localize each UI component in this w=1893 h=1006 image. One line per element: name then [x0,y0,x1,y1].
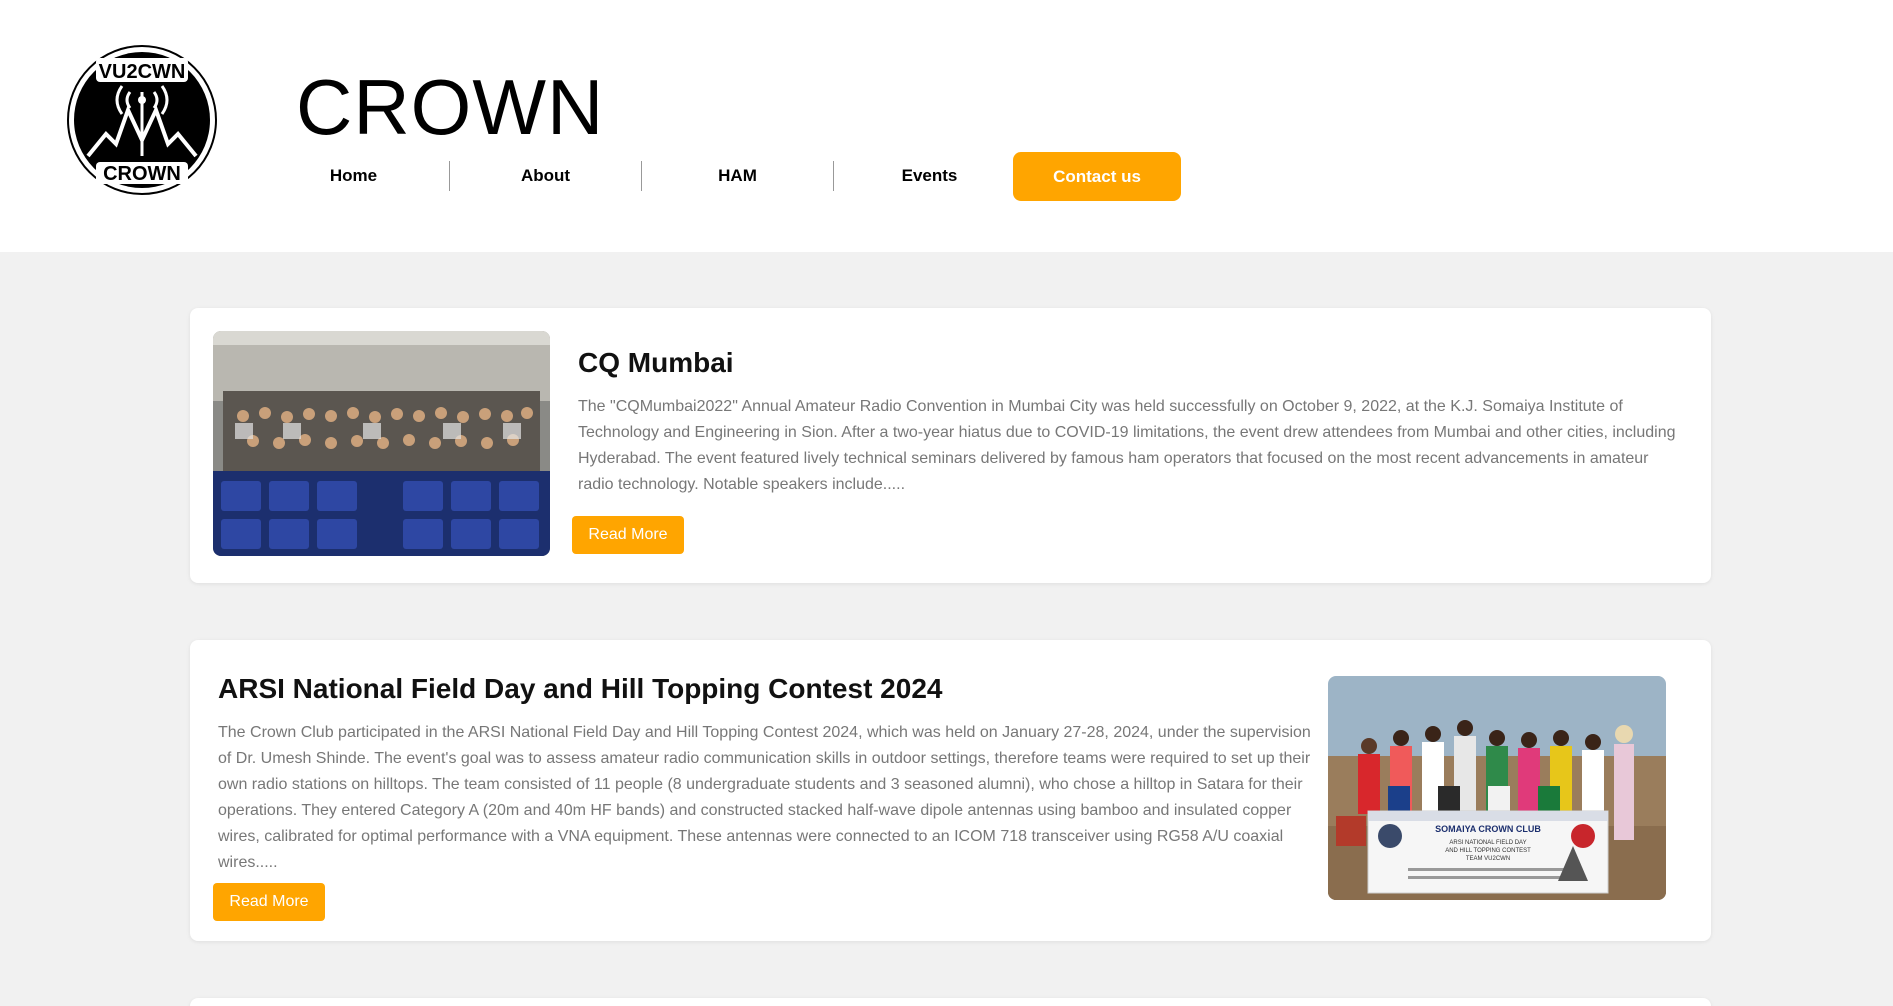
cq-mumbai-group-photo [213,331,550,556]
post-card-arsi-field-day: ARSI National Field Day and Hill Topping… [190,640,1711,941]
nav-ham[interactable]: HAM [642,166,833,186]
nav-home[interactable]: Home [258,166,449,186]
team-banner: SOMAIYA CROWN CLUB ARSI NATIONAL FIELD D… [1367,810,1609,894]
post-excerpt: The "CQMumbai2022" Annual Amateur Radio … [578,398,1676,493]
antenna-mountain-logo: VU2CWN CROWN [67,45,217,195]
svg-text:AND HILL TOPPING CONTEST: AND HILL TOPPING CONTEST [1445,848,1531,854]
svg-text:TEAM VU2CWN: TEAM VU2CWN [1466,856,1510,862]
post-card-cq-mumbai: CQ Mumbai The "CQMumbai2022" Annual Amat… [190,308,1711,583]
post-title[interactable]: ARSI National Field Day and Hill Topping… [218,672,942,706]
contact-us-button[interactable]: Contact us [1013,152,1181,201]
nav-about[interactable]: About [450,166,641,186]
read-more-button[interactable]: Read More [572,516,684,554]
svg-text:CROWN: CROWN [103,163,181,185]
site-header: VU2CWN CROWN CROWN Home About HAM Events… [0,0,1893,252]
post-excerpt: The Crown Club participated in the ARSI … [218,724,1311,871]
site-title: CROWN [296,63,605,151]
read-more-button[interactable]: Read More [213,883,325,921]
svg-text:VU2CWN: VU2CWN [99,61,186,83]
field-day-team-photo: SOMAIYA CROWN CLUB ARSI NATIONAL FIELD D… [1328,676,1666,900]
svg-text:ARSI NATIONAL FIELD DAY: ARSI NATIONAL FIELD DAY [1449,840,1526,846]
post-title[interactable]: CQ Mumbai [578,346,734,380]
main-nav: Home About HAM Events [258,152,1026,200]
post-card-partial [190,998,1711,1006]
nav-events[interactable]: Events [834,166,1025,186]
svg-text:SOMAIYA CROWN CLUB: SOMAIYA CROWN CLUB [1435,824,1541,834]
club-logo[interactable]: VU2CWN CROWN [66,44,218,196]
